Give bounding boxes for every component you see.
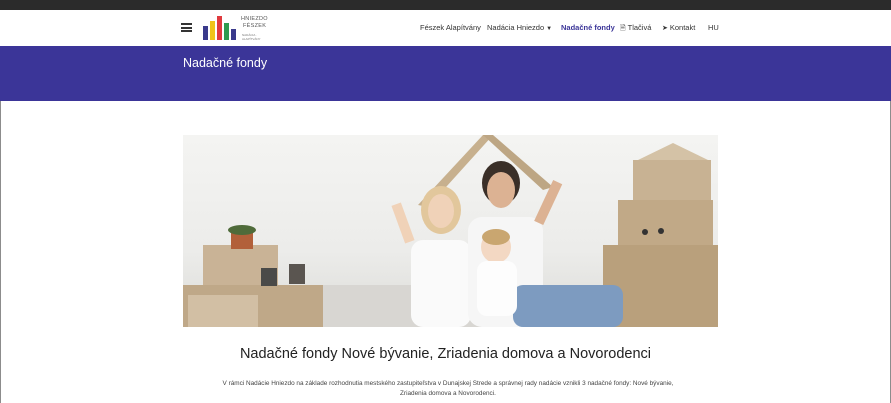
site-header: HNIEZDO FÉSZEK NADÁCIA · ALAPÍTVÁNY Fész… (0, 10, 891, 46)
document-icon: 🗎 (620, 25, 626, 32)
logo-bar-4 (224, 23, 229, 40)
intro-paragraph: V rámci Nadácie Hniezdo na základe rozho… (178, 379, 718, 398)
site-logo[interactable]: HNIEZDO FÉSZEK NADÁCIA · ALAPÍTVÁNY (203, 14, 273, 41)
chevron-down-icon: ▼ (546, 26, 553, 32)
nav-item-feszek-alapitvany[interactable]: Fészek Alapítvány (420, 23, 481, 32)
logo-bar-2 (210, 21, 215, 40)
nav-item-label: Nadačné fondy (561, 23, 615, 32)
paper-plane-icon: ➤ (662, 25, 668, 32)
page-title-banner: Nadačné fondy (0, 46, 891, 101)
logo-text-hniezdo: HNIEZDO (241, 16, 268, 22)
browser-top-edge (0, 0, 891, 10)
nav-item-label: HU (708, 23, 719, 32)
hero-image-family-under-roof (183, 135, 718, 327)
nav-item-label: Kontakt (669, 23, 696, 32)
hero-illustration (183, 135, 718, 327)
hamburger-menu-icon[interactable] (181, 23, 192, 32)
nav-item-kontakt[interactable]: ➤ Kontakt (662, 23, 695, 32)
nav-item-nadacia-hniezdo[interactable]: Nadácia Hniezdo ▼ (487, 23, 552, 32)
nav-item-label: Tlačivá (627, 23, 652, 32)
nav-item-language-hu[interactable]: HU (708, 23, 719, 32)
logo-text-feszek: FÉSZEK (243, 23, 267, 29)
section-headline: Nadačné fondy Nové bývanie, Zriadenia do… (239, 346, 652, 362)
logo-text-subtitle: NADÁCIA · ALAPÍTVÁNY (242, 33, 261, 41)
nav-item-tlaciva[interactable]: 🗎 Tlačivá (620, 23, 651, 35)
logo-bar-3 (217, 16, 222, 40)
page-title: Nadačné fondy (183, 56, 268, 70)
logo-bar-5 (231, 29, 236, 40)
nav-item-label: Nadácia Hniezdo (487, 23, 545, 32)
logo-bar-1 (203, 26, 208, 40)
intro-paragraph-line-2: Zriadenia domova a Novorodenci. (400, 389, 496, 397)
nav-item-nadacne-fondy[interactable]: Nadačné fondy (561, 23, 615, 32)
intro-paragraph-line-1: V rámci Nadácie Hniezdo na základe rozho… (222, 380, 674, 387)
nav-item-label: Fészek Alapítvány (420, 23, 481, 32)
